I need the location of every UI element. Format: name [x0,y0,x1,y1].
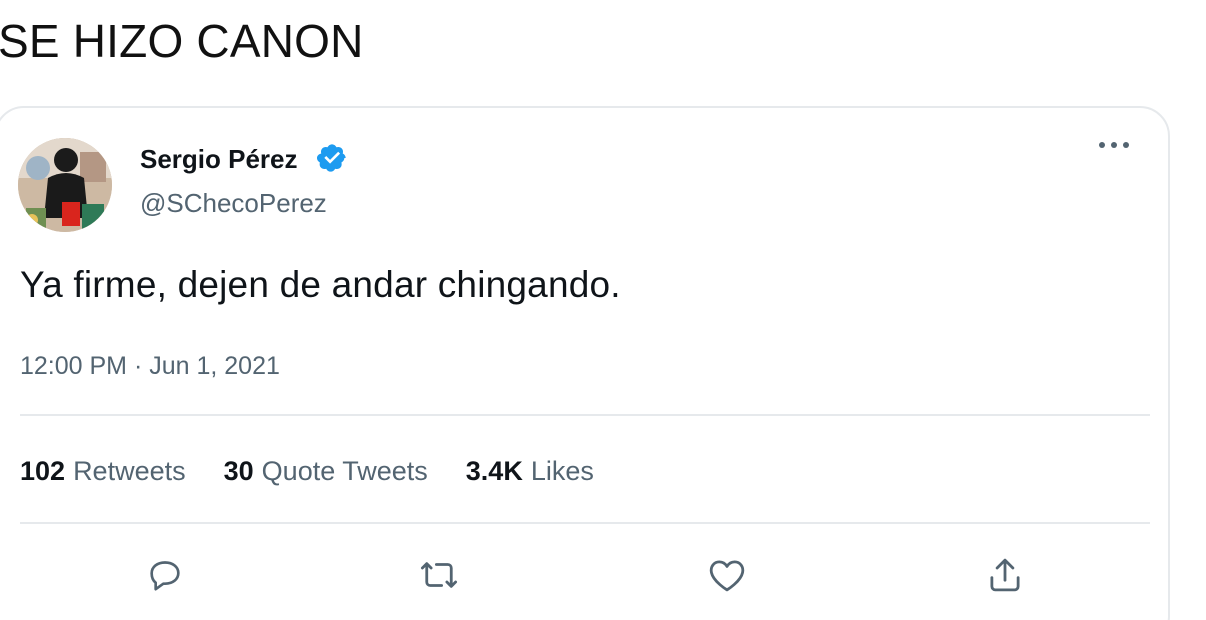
retweet-button[interactable] [414,550,464,600]
divider [20,414,1150,416]
retweets-count: 102 [20,456,66,486]
avatar-photo-icon [18,138,112,232]
retweets-label: Retweets [73,456,186,486]
tweet-card[interactable]: Sergio Pérez @SChecoPerez Ya firme, deje… [0,106,1170,620]
avatar[interactable] [18,138,112,232]
share-button[interactable] [980,550,1030,600]
likes-label: Likes [530,456,594,486]
retweets-stat[interactable]: 102 Retweets [20,456,186,487]
reply-button[interactable] [140,550,190,600]
share-icon [990,558,1020,592]
likes-count: 3.4K [465,456,523,486]
author-name[interactable]: Sergio Pérez [140,144,298,175]
author-handle[interactable]: @SChecoPerez [140,188,327,219]
tweet-actions-bar [0,550,1172,600]
caption-text: SE HIZO CANON [0,15,364,67]
reply-icon [150,561,180,591]
tweet-text: Ya firme, dejen de andar chingando. [20,264,621,305]
quote-tweets-count: 30 [223,456,254,486]
likes-stat[interactable]: 3.4K Likes [466,456,594,487]
like-button[interactable] [702,550,752,600]
tweet-timestamp[interactable]: 12:00 PM · Jun 1, 2021 [20,352,280,381]
more-icon [1099,142,1129,148]
retweet-icon [420,562,458,588]
more-options-button[interactable] [1094,130,1134,160]
quote-tweets-label: Quote Tweets [261,456,428,486]
divider [20,522,1150,524]
quote-tweets-stat[interactable]: 30 Quote Tweets [224,456,428,487]
screenshot-page: SE HIZO CANON Sergio Pérez @SChecoPerez [0,0,1206,620]
tweet-stats: 102 Retweets 30 Quote Tweets 3.4K Likes [20,456,594,487]
verified-badge-icon [317,144,346,172]
like-icon [709,560,745,592]
